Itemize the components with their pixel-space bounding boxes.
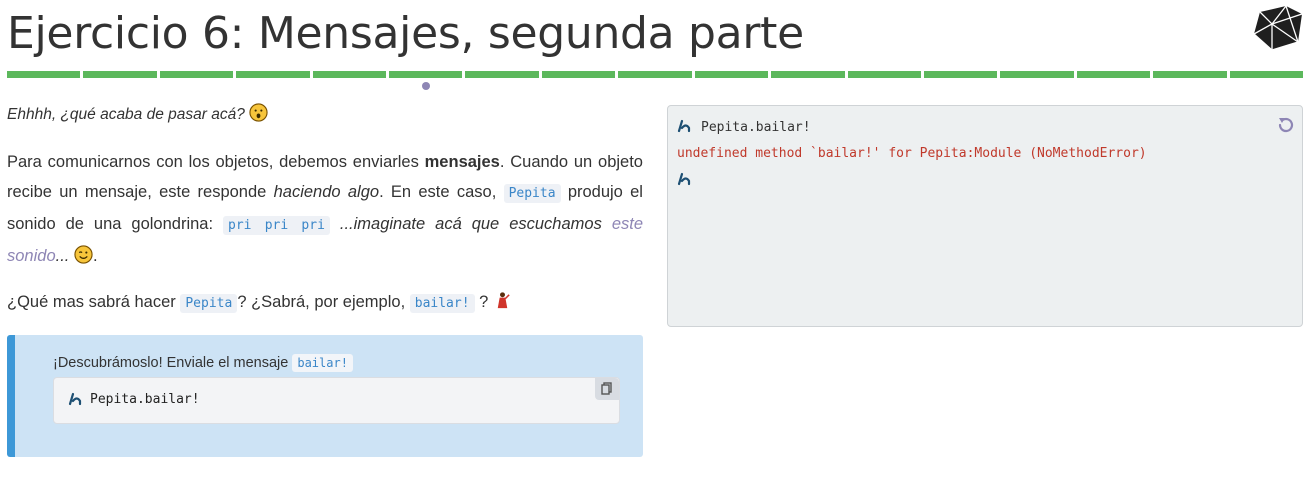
progress-segment[interactable]: [923, 71, 998, 78]
explanation-paragraph: Para comunicarnos con los objetos, debem…: [7, 153, 643, 265]
surprised-face-icon: [249, 103, 268, 122]
progress-segment[interactable]: [541, 71, 616, 78]
progress-segment[interactable]: [694, 71, 769, 78]
inline-code: bailar!: [409, 294, 475, 313]
progress-segment[interactable]: [83, 71, 157, 78]
prompt-icon: [677, 119, 691, 133]
hint-command: Pepita.bailar!: [90, 392, 200, 407]
console-input-line: Pepita.bailar!: [677, 119, 811, 135]
console-command: Pepita.bailar!: [701, 120, 811, 135]
hint-text: ¡Descubrámoslo! Enviale el mensaje baila…: [53, 352, 353, 374]
progress-segment[interactable]: [389, 71, 463, 78]
prompt-icon: [677, 172, 691, 186]
inline-code: bailar!: [292, 354, 353, 372]
progress-segment[interactable]: [847, 71, 921, 78]
progress-segment[interactable]: [1153, 71, 1227, 78]
prompt-icon: [68, 392, 82, 406]
progress-segment[interactable]: [1076, 71, 1151, 78]
inline-code: pri pri pri: [223, 216, 330, 235]
copy-icon: [601, 382, 612, 395]
progress-segment[interactable]: [1000, 71, 1074, 78]
copy-button[interactable]: [595, 378, 619, 400]
current-step-indicator: [422, 82, 430, 90]
dancer-icon: [497, 292, 510, 309]
progress-segment[interactable]: [465, 71, 539, 78]
console-prompt[interactable]: [677, 172, 693, 190]
hint-box: ¡Descubrámoslo! Enviale el mensaje baila…: [7, 335, 643, 457]
reset-icon[interactable]: [1276, 115, 1296, 135]
inline-code: Pepita: [180, 294, 238, 313]
intro-text: Ehhhh, ¿qué acaba de pasar acá?: [7, 100, 643, 130]
progress-segment[interactable]: [618, 71, 692, 78]
progress-segment[interactable]: [1229, 71, 1303, 78]
question-paragraph: ¿Qué mas sabrá hacer Pepita? ¿Sabrá, por…: [7, 287, 643, 319]
hint-code-block: Pepita.bailar!: [53, 377, 620, 424]
console-panel[interactable]: Pepita.bailar! undefined method `bailar!…: [667, 105, 1303, 327]
progress-segment[interactable]: [7, 71, 81, 78]
console-error: undefined method `bailar!' for Pepita:Mo…: [677, 146, 1147, 161]
winking-face-icon: [74, 245, 93, 264]
progress-segment[interactable]: [236, 71, 310, 78]
inline-code: Pepita: [503, 184, 561, 203]
progress-bar: [7, 71, 1303, 79]
progress-segment[interactable]: [312, 71, 387, 78]
ruby-gem-icon: [1253, 5, 1303, 51]
progress-segment[interactable]: [771, 71, 845, 78]
progress-segment[interactable]: [159, 71, 234, 78]
page-title: Ejercicio 6: Mensajes, segunda parte: [7, 8, 804, 59]
